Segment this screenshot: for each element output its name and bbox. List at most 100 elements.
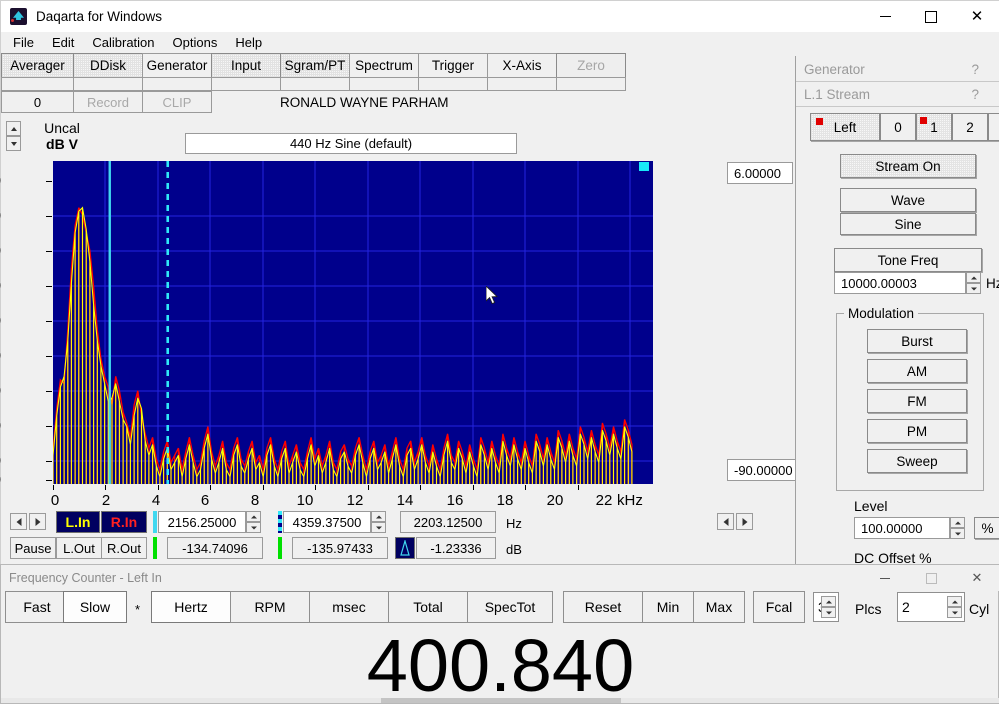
fc-places-up[interactable]: [821, 596, 836, 607]
tab-spectrum[interactable]: Spectrum: [349, 53, 419, 78]
frame-counter: 0: [1, 91, 74, 113]
tab-under-spectrum[interactable]: [349, 77, 419, 91]
tab-averager[interactable]: Averager: [1, 53, 74, 78]
cursor-b-freq-spinner[interactable]: [371, 511, 386, 533]
menu-help[interactable]: Help: [226, 33, 271, 52]
cursor-a-freq-field[interactable]: 2156.25000: [158, 511, 246, 533]
window-controls: ✕: [862, 1, 999, 32]
fc-min-button[interactable]: Min: [642, 591, 694, 623]
panel-prev-button[interactable]: [717, 513, 734, 533]
generator-help-icon[interactable]: ?: [971, 62, 979, 77]
cursor-b-freq-field[interactable]: 4359.37500: [283, 511, 371, 533]
fc-total-button[interactable]: Total: [388, 591, 468, 623]
panel-next-button[interactable]: [736, 513, 753, 533]
fc-rpm-button[interactable]: RPM: [230, 591, 310, 623]
right-out-button[interactable]: R.Out: [101, 537, 147, 559]
maximize-button[interactable]: [908, 1, 954, 32]
cursor-a-freq-spinner[interactable]: [246, 511, 261, 533]
tab-under-averager[interactable]: [1, 77, 74, 91]
tab-input[interactable]: Input: [211, 53, 281, 78]
tab-under-input[interactable]: [211, 77, 281, 91]
stream-3-button[interactable]: 3: [988, 113, 999, 141]
tone-freq-field[interactable]: 10000.00003: [834, 272, 966, 294]
tab-under-zero[interactable]: [556, 77, 626, 91]
fc-cyl-down[interactable]: [947, 607, 962, 618]
fc-spectot-button[interactable]: SpecTot: [467, 591, 553, 623]
nav-next-button[interactable]: [29, 513, 46, 533]
pm-button[interactable]: PM: [867, 419, 967, 443]
tab-sgram-pt[interactable]: Sgram/PT: [280, 53, 350, 78]
tab-ddisk[interactable]: DDisk: [73, 53, 143, 78]
record-button[interactable]: Record: [73, 91, 143, 113]
menu-options[interactable]: Options: [164, 33, 227, 52]
fc-scroll-thumb[interactable]: [381, 698, 621, 703]
menu-file[interactable]: File: [4, 33, 43, 52]
level-field[interactable]: 100.00000: [854, 517, 950, 539]
tab-generator[interactable]: Generator: [142, 53, 212, 78]
fc-close-button[interactable]: ✕: [954, 565, 999, 591]
right-in-button[interactable]: R.In: [101, 511, 147, 533]
close-button[interactable]: ✕: [954, 1, 999, 32]
tab-under-trigger[interactable]: [418, 77, 488, 91]
fc-maximize-button[interactable]: [908, 565, 954, 591]
fc-places-spinner[interactable]: [821, 596, 836, 618]
waveform-type-button[interactable]: Sine: [840, 213, 976, 235]
scale-down-button[interactable]: [6, 136, 21, 151]
fc-hertz-button[interactable]: Hertz: [151, 591, 231, 623]
fc-horizontal-scrollbar[interactable]: [1, 698, 999, 703]
minimize-button[interactable]: [862, 1, 908, 32]
left-in-button[interactable]: L.In: [56, 511, 100, 533]
stream-help-icon[interactable]: ?: [971, 87, 979, 102]
wave-button[interactable]: Wave: [840, 188, 976, 212]
tab-under-sgram[interactable]: [280, 77, 350, 91]
stream-1-button[interactable]: 1: [916, 113, 952, 141]
sweep-button[interactable]: Sweep: [867, 449, 967, 473]
menu-calibration[interactable]: Calibration: [83, 33, 163, 52]
fc-cyl-spinner[interactable]: [947, 596, 962, 618]
level-up[interactable]: [950, 517, 965, 528]
tone-freq-unit: Hz: [986, 276, 999, 291]
tone-freq-spinner[interactable]: [966, 272, 981, 294]
burst-button[interactable]: Burst: [867, 329, 967, 353]
nav-prev-button[interactable]: [10, 513, 27, 533]
fc-fast-button[interactable]: Fast: [5, 591, 69, 623]
trace-title-box[interactable]: 440 Hz Sine (default): [185, 133, 517, 154]
tone-freq-button[interactable]: Tone Freq: [834, 248, 982, 272]
tab-under-ddisk[interactable]: [73, 77, 143, 91]
stream-2-button[interactable]: 2: [952, 113, 988, 141]
left-out-button[interactable]: L.Out: [56, 537, 102, 559]
spectrum-canvas[interactable]: [53, 161, 653, 484]
cursor-a-freq-down[interactable]: [246, 522, 261, 533]
fc-slow-button[interactable]: Slow: [63, 591, 127, 623]
fc-reset-button[interactable]: Reset: [563, 591, 643, 623]
level-unit-button[interactable]: %: [974, 517, 999, 539]
scale-bottom-value[interactable]: -90.00000: [727, 459, 799, 481]
tab-under-xaxis[interactable]: [487, 77, 557, 91]
fc-minimize-button[interactable]: [862, 565, 908, 591]
tab-under-generator[interactable]: [142, 77, 212, 91]
menu-edit[interactable]: Edit: [43, 33, 83, 52]
stream-0-button[interactable]: 0: [880, 113, 916, 141]
pause-button[interactable]: Pause: [10, 537, 56, 559]
cursor-a-freq-up[interactable]: [246, 511, 261, 522]
channel-left-button[interactable]: Left: [810, 113, 880, 141]
level-down[interactable]: [950, 528, 965, 539]
scale-top-value[interactable]: 6.00000: [727, 162, 793, 184]
tab-x-axis[interactable]: X-Axis: [487, 53, 557, 78]
tone-freq-down[interactable]: [966, 283, 981, 294]
tone-freq-up[interactable]: [966, 272, 981, 283]
scale-up-button[interactable]: [6, 121, 21, 136]
cursor-b-freq-down[interactable]: [371, 522, 386, 533]
fc-msec-button[interactable]: msec: [309, 591, 389, 623]
am-button[interactable]: AM: [867, 359, 967, 383]
level-spinner[interactable]: [950, 517, 965, 539]
cursor-b-freq-up[interactable]: [371, 511, 386, 522]
vertical-scale-spinner[interactable]: [6, 121, 21, 151]
fc-cyl-up[interactable]: [947, 596, 962, 607]
fc-fcal-button[interactable]: Fcal: [753, 591, 805, 623]
fm-button[interactable]: FM: [867, 389, 967, 413]
tab-trigger[interactable]: Trigger: [418, 53, 488, 78]
stream-on-button[interactable]: Stream On: [840, 154, 976, 178]
fc-max-button[interactable]: Max: [693, 591, 745, 623]
fc-places-down[interactable]: [821, 607, 836, 618]
